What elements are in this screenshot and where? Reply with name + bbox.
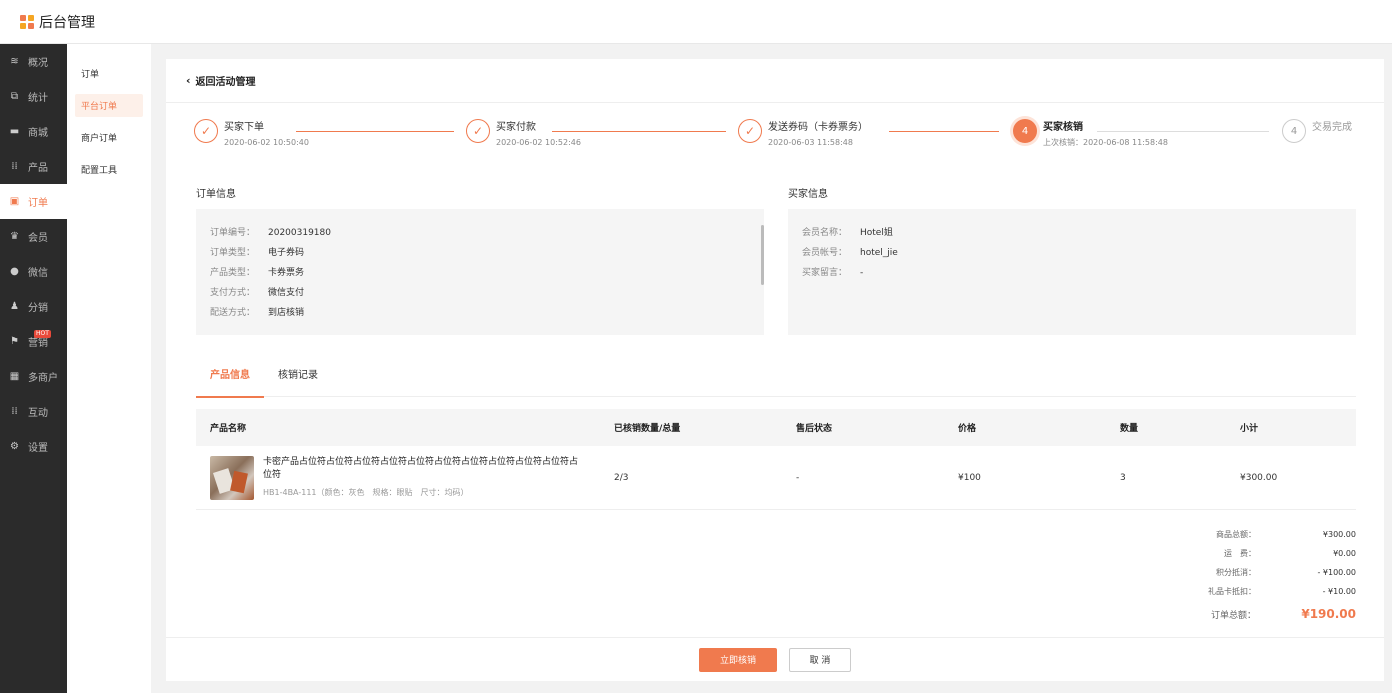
check-icon: ✓ bbox=[466, 119, 490, 143]
after-sale-status: - bbox=[796, 472, 800, 483]
apps-icon: ⁞⁞ bbox=[11, 406, 18, 417]
sidebar-item-marketing[interactable]: ⚑ 营销 HOT bbox=[0, 324, 67, 359]
check-icon: ✓ bbox=[194, 119, 218, 143]
info-row: 订单编号： 20200319180 bbox=[210, 228, 331, 238]
product-table: 产品名称 已核销数量/总量 售后状态 价格 数量 小计 卡密产品占位符占位符占位… bbox=[196, 409, 1356, 510]
crown-icon: ♛ bbox=[10, 231, 19, 242]
scrollbar[interactable] bbox=[761, 225, 764, 285]
order-detail-panel: ‹ 返回活动管理 ✓ 买家下单 2020-06-02 10:50:40 ✓ 买家付… bbox=[166, 59, 1384, 681]
order-total: 订单总额： ¥190.00 bbox=[1210, 607, 1356, 621]
submenu-item-platform-orders[interactable]: 平台订单 bbox=[75, 94, 143, 117]
tab-redeem-records[interactable]: 核销记录 bbox=[264, 364, 332, 397]
layers-icon: ≋ bbox=[10, 56, 19, 67]
step-connector bbox=[889, 131, 999, 132]
users-icon: ♟ bbox=[10, 301, 19, 312]
step-number: 4 bbox=[1013, 119, 1037, 143]
order-progress-steps: ✓ 买家下单 2020-06-02 10:50:40 ✓ 买家付款 2020-06-… bbox=[194, 119, 1364, 159]
wechat-icon: ● bbox=[10, 266, 19, 277]
back-link[interactable]: ‹ 返回活动管理 bbox=[166, 59, 1384, 103]
cancel-button[interactable]: 取 消 bbox=[789, 647, 851, 672]
sidebar-item-interaction[interactable]: ⁞⁞ 互动 bbox=[0, 394, 67, 429]
step-buyer-order: ✓ 买家下单 2020-06-02 10:50:40 bbox=[194, 119, 309, 149]
subtotal: ¥300.00 bbox=[1240, 472, 1278, 483]
total-row: 运 费： ¥0.00 bbox=[1224, 549, 1356, 558]
hot-badge: HOT bbox=[34, 330, 51, 338]
step-buyer-payment: ✓ 买家付款 2020-06-02 10:52:46 bbox=[466, 119, 581, 149]
submenu-item-orders[interactable]: 订单 bbox=[75, 62, 143, 85]
gear-icon: ⚙ bbox=[10, 441, 19, 452]
info-row: 产品类型： 卡券票务 bbox=[210, 268, 305, 278]
sidebar-item-multi-merchant[interactable]: ▦ 多商户 bbox=[0, 359, 67, 394]
logo-icon bbox=[20, 14, 34, 29]
buyer-info-title: 买家信息 bbox=[788, 189, 828, 200]
total-row: 礼品卡抵扣： - ¥10.00 bbox=[1208, 587, 1356, 596]
store-icon: ▬ bbox=[9, 126, 20, 137]
product-name: 卡密产品占位符占位符占位符占位符占位符占位符占位符占位符占位符占位符占位符 bbox=[263, 456, 579, 480]
app-title: 后台管理 bbox=[39, 14, 95, 31]
quantity: 3 bbox=[1120, 472, 1126, 483]
info-row: 会员名称： Hotel姐 bbox=[802, 228, 893, 238]
action-footer: 立即核销 取 消 bbox=[166, 637, 1384, 681]
redeemed-count: 2/3 bbox=[614, 472, 629, 483]
info-row: 支付方式： 微信支付 bbox=[210, 288, 305, 298]
grid-icon: ⁞⁞ bbox=[11, 161, 18, 172]
price: ¥100 bbox=[958, 472, 981, 483]
buyer-info-box: 会员名称： Hotel姐 会员帐号： hotel_jie 买家留言： - bbox=[788, 209, 1356, 335]
tab-product-info[interactable]: 产品信息 bbox=[196, 364, 264, 398]
flag-icon: ⚑ bbox=[10, 336, 19, 347]
table-row: 卡密产品占位符占位符占位符占位符占位符占位符占位符占位符占位符占位符占位符 HB… bbox=[196, 446, 1356, 510]
step-connector bbox=[296, 131, 454, 132]
product-spec: HB1-4BA-111（颜色：灰色 规格：眼贴 尺寸：均码） bbox=[263, 487, 469, 497]
total-row: 积分抵消： - ¥100.00 bbox=[1216, 568, 1356, 577]
check-icon: ✓ bbox=[738, 119, 762, 143]
order-totals: 商品总额： ¥300.00 运 费： ¥0.00 积分抵消： - ¥100.00 礼品… bbox=[1196, 525, 1356, 621]
submenu-item-config-tools[interactable]: 配置工具 bbox=[75, 158, 143, 181]
step-trade-complete: 4 交易完成 bbox=[1282, 119, 1352, 143]
sidebar-item-products[interactable]: ⁞⁞ 产品 bbox=[0, 149, 67, 184]
step-send-voucher: ✓ 发送券码（卡券票务） 2020-06-03 11:58:48 bbox=[738, 119, 868, 149]
step-buyer-redeem: 4 买家核销 上次核销：2020-06-08 11:58:48 bbox=[1013, 119, 1168, 149]
top-header: 后台管理 bbox=[0, 0, 1392, 44]
product-thumbnail bbox=[210, 455, 254, 500]
sidebar-item-overview[interactable]: ≋ 概况 bbox=[0, 44, 67, 79]
info-row: 订单类型： 电子券码 bbox=[210, 248, 305, 258]
sidebar-item-orders[interactable]: ▣ 订单 bbox=[0, 184, 67, 219]
info-row: 买家留言： - bbox=[802, 268, 864, 278]
chart-icon: ⧉ bbox=[10, 91, 19, 102]
order-info-title: 订单信息 bbox=[196, 189, 236, 200]
sidebar-item-mall[interactable]: ▬ 商城 bbox=[0, 114, 67, 149]
total-row: 商品总额： ¥300.00 bbox=[1216, 530, 1356, 539]
table-header: 产品名称 已核销数量/总量 售后状态 价格 数量 小计 bbox=[196, 409, 1356, 446]
main-sidebar: ≋ 概况 ⧉ 统计 ▬ 商城 ⁞⁞ 产品 ▣ 订单 ♛ 会员 ● 微信 ♟ 分销 ⚑ 营销 HOT … bbox=[0, 44, 67, 693]
sidebar-item-members[interactable]: ♛ 会员 bbox=[0, 219, 67, 254]
info-row: 会员帐号： hotel_jie bbox=[802, 248, 898, 258]
step-number: 4 bbox=[1282, 119, 1306, 143]
order-submenu: 订单 平台订单 商户订单 配置工具 bbox=[67, 44, 151, 693]
order-info-box: 订单编号： 20200319180 订单类型： 电子券码 产品类型： 卡券票务 支付方… bbox=[196, 209, 764, 335]
detail-tabs: 产品信息 核销记录 bbox=[196, 364, 1356, 398]
shop-icon: ▦ bbox=[9, 371, 20, 382]
clipboard-icon: ▣ bbox=[9, 196, 20, 207]
chevron-left-icon: ‹ bbox=[186, 74, 191, 87]
sidebar-item-settings[interactable]: ⚙ 设置 bbox=[0, 429, 67, 464]
sidebar-item-distribution[interactable]: ♟ 分销 bbox=[0, 289, 67, 324]
info-row: 配送方式： 到店核销 bbox=[210, 308, 305, 318]
submenu-item-merchant-orders[interactable]: 商户订单 bbox=[75, 126, 143, 149]
sidebar-item-wechat[interactable]: ● 微信 bbox=[0, 254, 67, 289]
redeem-now-button[interactable]: 立即核销 bbox=[699, 647, 777, 672]
sidebar-item-stats[interactable]: ⧉ 统计 bbox=[0, 79, 67, 114]
